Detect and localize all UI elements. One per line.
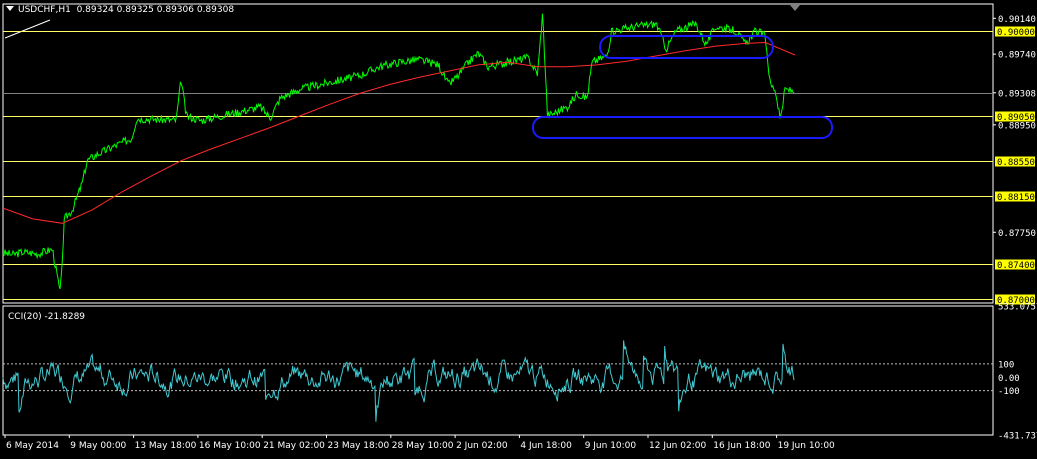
cci-y-tick-label: -100 bbox=[998, 387, 1020, 397]
level-price-label: 0.87400 bbox=[997, 261, 1035, 271]
dropdown-triangle-icon[interactable] bbox=[6, 6, 14, 11]
close-value: 0.89308 bbox=[196, 5, 235, 15]
x-tick-label: 13 May 18:00 bbox=[135, 441, 197, 451]
y-tick-label: 0.87750 bbox=[998, 229, 1036, 239]
chart-window: 0.90000 0.89050 0.88550 0.88150 0.87400 0.870… bbox=[0, 0, 1037, 455]
level-price-label: 0.88150 bbox=[997, 193, 1035, 203]
level-price-label: 0.88550 bbox=[997, 158, 1035, 168]
open-value: 0.89324 bbox=[76, 5, 114, 15]
cci-y-tick-label: 533.0757 bbox=[998, 303, 1037, 313]
level-price-label: 0.90000 bbox=[997, 28, 1035, 38]
price-series-line bbox=[2, 13, 795, 290]
x-tick-label: 28 May 10:00 bbox=[392, 441, 454, 451]
x-tick-label: 12 Jun 02:00 bbox=[649, 441, 706, 451]
x-tick-label: 9 Jun 10:00 bbox=[585, 441, 637, 451]
y-tick-label: 0.88950 bbox=[998, 121, 1036, 131]
cci-y-tick-label: -431.7379 bbox=[998, 432, 1037, 442]
x-tick-label: 4 Jun 18:00 bbox=[520, 441, 572, 451]
x-tick-label: 2 Jun 02:00 bbox=[456, 441, 508, 451]
support-highlight-ellipse[interactable] bbox=[532, 116, 833, 139]
x-tick-label: 9 May 00:00 bbox=[70, 441, 126, 451]
symbol-header: USDCHF,H1 0.89324 0.89325 0.89306 0.8930… bbox=[6, 5, 234, 15]
cci-pane-frame bbox=[2, 305, 994, 436]
high-value: 0.89325 bbox=[116, 5, 154, 15]
x-tick-label: 16 May 10:00 bbox=[199, 441, 261, 451]
cci-series-line bbox=[2, 340, 795, 422]
symbol-name: USDCHF,H1 bbox=[18, 5, 71, 15]
y-tick-label: 0.90140 bbox=[998, 15, 1036, 25]
y-tick-label: 0.89308 bbox=[998, 89, 1036, 99]
cci-y-tick-label: 0.00 bbox=[998, 374, 1020, 384]
main-pane-frame bbox=[2, 3, 994, 304]
resistance-highlight-ellipse[interactable] bbox=[599, 35, 774, 59]
shift-marker-icon[interactable] bbox=[790, 5, 800, 11]
x-tick-label: 23 May 18:00 bbox=[328, 441, 390, 451]
y-tick-label: 0.89740 bbox=[998, 51, 1036, 61]
x-tick-label: 16 Jun 18:00 bbox=[713, 441, 770, 451]
x-tick-label: 19 Jun 10:00 bbox=[778, 441, 835, 451]
drawn-trend-line[interactable] bbox=[4, 19, 51, 39]
x-tick-label: 6 May 2014 bbox=[6, 441, 59, 451]
cci-header: CCI(20) -21.8289 bbox=[8, 312, 86, 322]
low-value: 0.89306 bbox=[156, 5, 194, 15]
chart-canvas[interactable]: 0.900000.890500.885500.881500.874000.870… bbox=[0, 0, 1037, 455]
cci-y-tick-label: 100 bbox=[998, 360, 1014, 370]
x-tick-label: 21 May 02:00 bbox=[263, 441, 325, 451]
